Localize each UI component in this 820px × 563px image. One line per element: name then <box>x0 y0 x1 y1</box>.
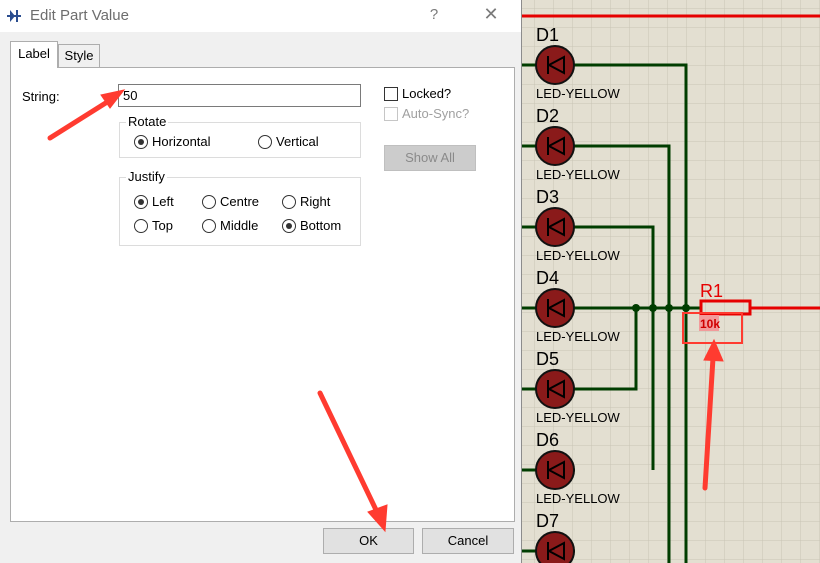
led-ref-label: D4 <box>536 268 559 288</box>
resistor-value-label[interactable]: 10k <box>700 317 720 331</box>
string-input[interactable] <box>118 84 361 107</box>
app-icon <box>7 10 21 22</box>
cancel-button[interactable]: Cancel <box>422 528 514 554</box>
dialog-title: Edit Part Value <box>30 7 129 24</box>
justify-bottom-label[interactable]: Bottom <box>300 218 341 233</box>
tab-style[interactable]: Style <box>58 44 100 68</box>
close-button[interactable]: ✕ <box>478 4 504 25</box>
led-value-label: LED-YELLOW <box>536 491 621 506</box>
led-ref-label: D6 <box>536 430 559 450</box>
justify-bottom-radio[interactable] <box>282 219 296 233</box>
led-body <box>535 450 575 490</box>
rotate-horizontal-label[interactable]: Horizontal <box>152 134 211 149</box>
auto-sync-label[interactable]: Auto-Sync? <box>402 106 469 121</box>
string-label: String: <box>22 89 60 104</box>
justify-groupbox <box>119 177 361 246</box>
led-ref-label: D7 <box>536 511 559 531</box>
resistor-ref-label: R1 <box>700 281 723 301</box>
ok-button[interactable]: OK <box>323 528 414 554</box>
justify-right-label[interactable]: Right <box>300 194 330 209</box>
dialog-titlebar[interactable]: Edit Part Value ? ✕ <box>0 0 521 32</box>
rotate-group-label: Rotate <box>126 114 169 129</box>
justify-middle-radio[interactable] <box>202 219 216 233</box>
led-body <box>535 126 575 166</box>
rotate-vertical-label[interactable]: Vertical <box>276 134 319 149</box>
led-value-label: LED-YELLOW <box>536 410 621 425</box>
auto-sync-checkbox[interactable] <box>384 107 398 121</box>
justify-centre-radio[interactable] <box>202 195 216 209</box>
led-value-label: LED-YELLOW <box>536 329 621 344</box>
led-body <box>535 45 575 85</box>
locked-checkbox[interactable] <box>384 87 398 101</box>
led-value-label: LED-YELLOW <box>536 167 621 182</box>
justify-middle-label[interactable]: Middle <box>220 218 258 233</box>
locked-label[interactable]: Locked? <box>402 86 451 101</box>
tab-label[interactable]: Label <box>10 41 58 68</box>
led-body <box>535 288 575 328</box>
justify-right-radio[interactable] <box>282 195 296 209</box>
justify-top-label[interactable]: Top <box>152 218 173 233</box>
led-ref-label: D1 <box>536 25 559 45</box>
led-ref-label: D5 <box>536 349 559 369</box>
led-body <box>535 207 575 247</box>
led-ref-label: D3 <box>536 187 559 207</box>
led-value-label: LED-YELLOW <box>536 86 621 101</box>
rotate-horizontal-radio[interactable] <box>134 135 148 149</box>
led-body <box>535 369 575 409</box>
led-value-label: LED-YELLOW <box>536 248 621 263</box>
edit-part-value-dialog: Edit Part Value ? ✕ Label Style String: … <box>0 0 522 563</box>
justify-left-label[interactable]: Left <box>152 194 174 209</box>
justify-top-radio[interactable] <box>134 219 148 233</box>
led-ref-label: D2 <box>536 106 559 126</box>
show-all-button[interactable]: Show All <box>384 145 476 171</box>
justify-left-radio[interactable] <box>134 195 148 209</box>
rotate-vertical-radio[interactable] <box>258 135 272 149</box>
justify-centre-label[interactable]: Centre <box>220 194 259 209</box>
justify-group-label: Justify <box>126 169 167 184</box>
help-button[interactable]: ? <box>424 6 444 23</box>
